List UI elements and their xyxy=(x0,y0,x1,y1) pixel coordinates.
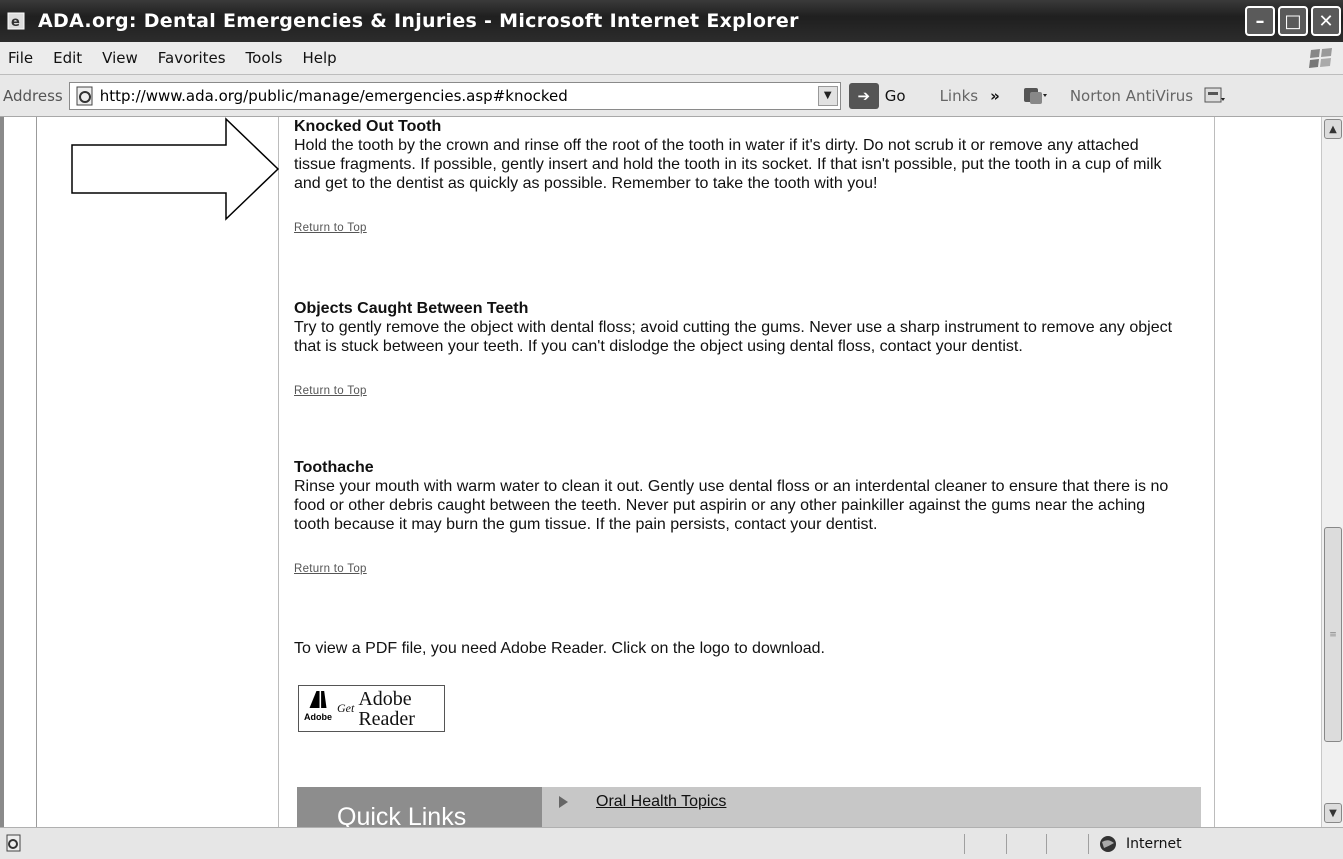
zone-label: Internet xyxy=(1126,836,1182,852)
window-title: ADA.org: Dental Emergencies & Injuries -… xyxy=(38,10,799,32)
menu-file[interactable]: File xyxy=(8,49,33,67)
pdf-note-section: To view a PDF file, you need Adobe Reade… xyxy=(294,639,1174,658)
minimize-icon[interactable]: – xyxy=(1245,6,1275,36)
quick-links-bar: Quick Links Oral Health Topics xyxy=(297,787,1201,827)
return-to-top-link[interactable]: Return to Top xyxy=(294,560,1174,579)
divider xyxy=(1046,834,1047,854)
status-bar: Internet xyxy=(0,827,1343,859)
section-body: Rinse your mouth with warm water to clea… xyxy=(294,478,1169,533)
globe-icon xyxy=(1100,836,1116,852)
adobe-brand-label: Adobe xyxy=(304,711,332,722)
title-bar: e ADA.org: Dental Emergencies & Injuries… xyxy=(0,0,1343,42)
go-arrow-icon: ➔ xyxy=(848,82,879,109)
adobe-line2: Reader xyxy=(358,707,415,730)
menu-bar: File Edit View Favorites Tools Help xyxy=(0,42,1343,75)
ie-page-icon xyxy=(76,86,93,105)
menu-view[interactable]: View xyxy=(102,49,138,67)
adobe-a-icon: Adobe xyxy=(303,690,333,727)
triangle-bullet-icon xyxy=(559,796,568,808)
translate-icon[interactable] xyxy=(1022,84,1048,108)
return-to-top-link[interactable]: Return to Top xyxy=(294,219,1174,238)
section-heading: Knocked Out Tooth xyxy=(294,118,442,135)
page-viewport: Knocked Out Tooth Hold the tooth by the … xyxy=(0,117,1343,827)
divider xyxy=(36,117,37,827)
adobe-get-label: Get xyxy=(337,701,355,715)
links-chevron-icon[interactable]: » xyxy=(990,87,1000,105)
divider xyxy=(1006,834,1007,854)
address-label: Address xyxy=(3,86,63,105)
menu-tools[interactable]: Tools xyxy=(246,49,283,67)
windows-logo-icon xyxy=(1309,48,1332,68)
section-body: Try to gently remove the object with den… xyxy=(294,319,1173,355)
menu-help[interactable]: Help xyxy=(303,49,337,67)
section-toothache: Toothache Rinse your mouth with warm wat… xyxy=(294,458,1174,579)
quick-link-item[interactable]: Oral Health Topics xyxy=(559,793,726,811)
scroll-down-icon[interactable]: ▼ xyxy=(1324,803,1342,823)
oral-health-topics-link[interactable]: Oral Health Topics xyxy=(596,793,726,811)
close-icon[interactable]: ✕ xyxy=(1311,6,1341,36)
norton-antivirus-label[interactable]: Norton AntiVirus xyxy=(1070,87,1193,105)
section-heading: Toothache xyxy=(294,459,374,476)
vertical-scrollbar[interactable]: ▲ ≡ ▼ xyxy=(1321,117,1343,827)
section-objects-caught: Objects Caught Between Teeth Try to gent… xyxy=(294,299,1174,401)
scroll-thumb[interactable]: ≡ xyxy=(1324,527,1342,742)
section-heading: Objects Caught Between Teeth xyxy=(294,300,529,317)
adobe-line1: Adobe xyxy=(358,687,412,710)
norton-icon[interactable] xyxy=(1203,85,1226,107)
go-button[interactable]: ➔ Go xyxy=(848,82,906,109)
divider xyxy=(964,834,965,854)
menu-edit[interactable]: Edit xyxy=(53,49,82,67)
menu-favorites[interactable]: Favorites xyxy=(158,49,226,67)
divider xyxy=(278,117,279,827)
security-zone: Internet xyxy=(1098,834,1182,854)
section-body: Hold the tooth by the crown and rinse of… xyxy=(294,137,1162,192)
pointer-arrow-graphic xyxy=(71,117,280,221)
svg-text:e: e xyxy=(11,15,20,30)
go-label: Go xyxy=(884,86,906,105)
quick-links-title: Quick Links xyxy=(297,787,542,827)
address-input[interactable]: http://www.ada.org/public/manage/emergen… xyxy=(68,81,841,110)
address-dropdown-icon[interactable]: ▼ xyxy=(817,85,838,106)
divider xyxy=(1214,117,1215,827)
maximize-icon[interactable]: □ xyxy=(1278,6,1308,36)
ie-page-icon: e xyxy=(4,8,30,34)
scroll-up-icon[interactable]: ▲ xyxy=(1324,119,1342,139)
pdf-note: To view a PDF file, you need Adobe Reade… xyxy=(294,640,825,657)
address-toolbar: Address http://www.ada.org/public/manage… xyxy=(0,75,1343,117)
divider xyxy=(1088,834,1089,854)
section-knocked-out-tooth: Knocked Out Tooth Hold the tooth by the … xyxy=(294,117,1174,238)
return-to-top-link[interactable]: Return to Top xyxy=(294,382,1174,401)
get-adobe-reader-logo[interactable]: Adobe Get Adobe Reader xyxy=(298,685,445,732)
links-label[interactable]: Links xyxy=(940,87,979,105)
address-url: http://www.ada.org/public/manage/emergen… xyxy=(99,86,568,105)
ie-page-icon xyxy=(6,834,21,852)
